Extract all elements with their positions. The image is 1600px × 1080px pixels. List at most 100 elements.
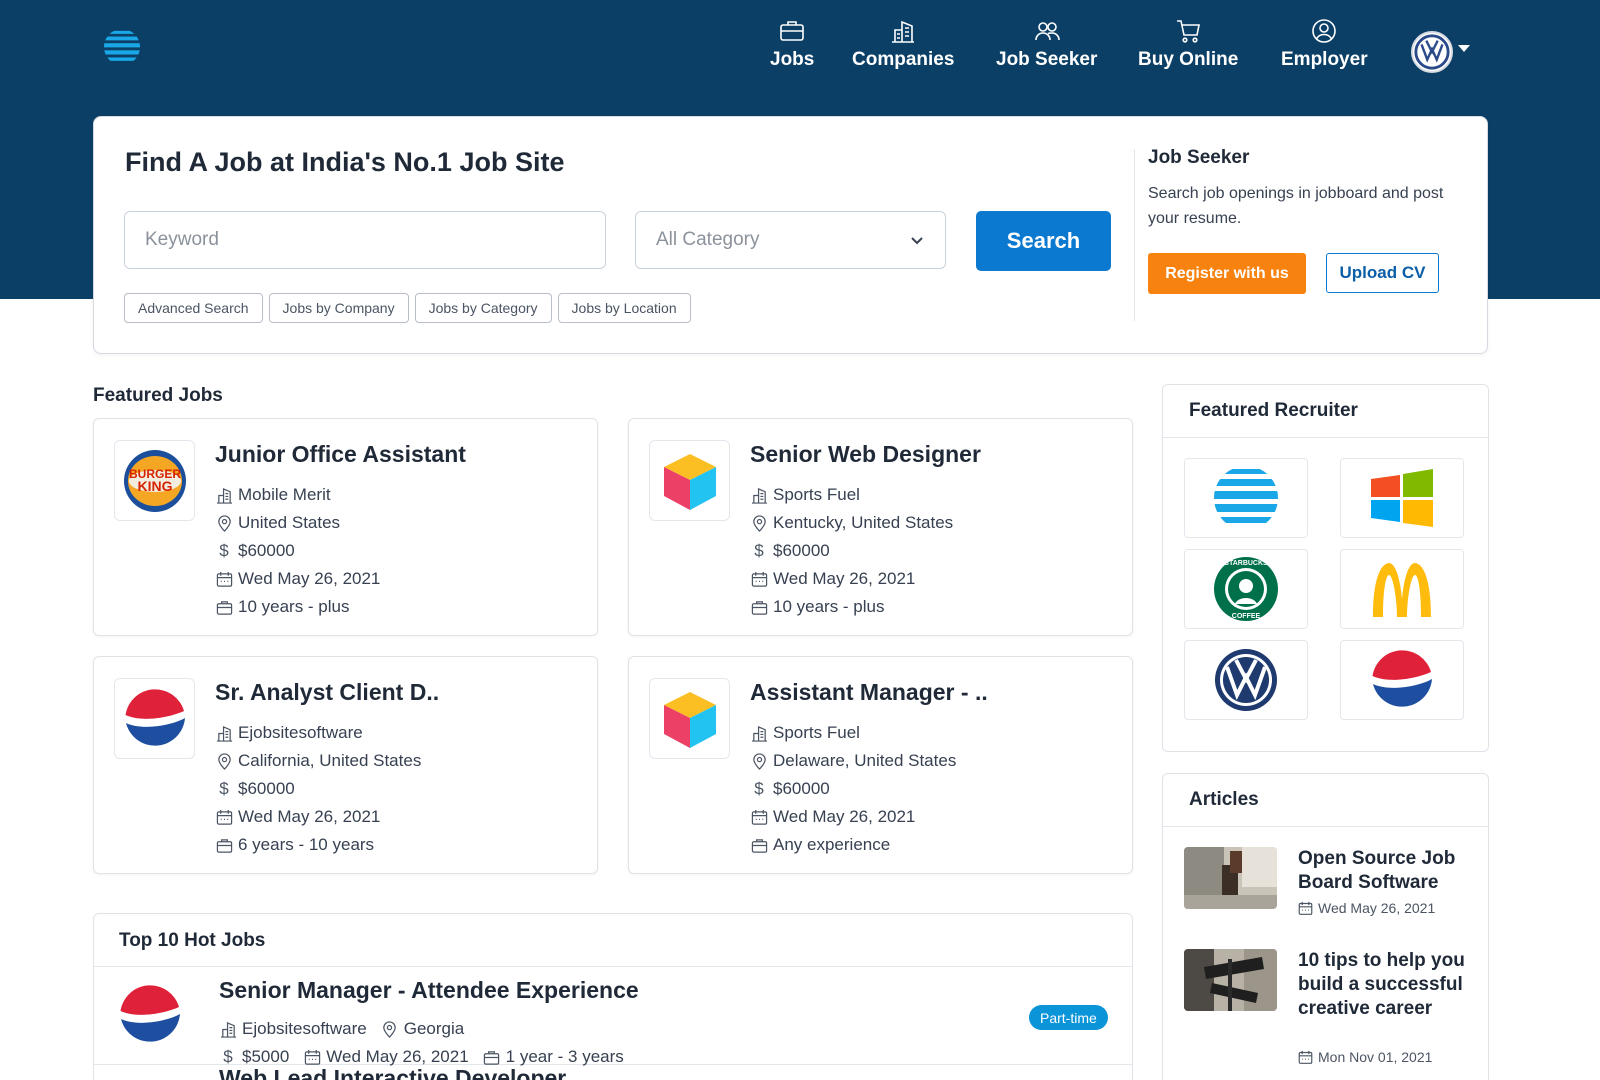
nav-employer-label: Employer [1281, 49, 1368, 70]
job-date: Wed May 26, 2021 [326, 1047, 469, 1066]
job-title[interactable]: Senior Manager - Attendee Experience [219, 977, 639, 1004]
chip-advanced-search[interactable]: Advanced Search [124, 293, 263, 323]
job-meta: Sports Fuel Delaware, United States $ $60… [750, 719, 956, 859]
svg-text:KING: KING [137, 478, 172, 494]
briefcase-icon [215, 836, 233, 854]
building-icon [750, 724, 768, 742]
svg-text:STARBUCKS: STARBUCKS [1224, 560, 1268, 567]
job-salary: $5000 [242, 1047, 290, 1066]
calendar-icon [215, 808, 233, 826]
chip-jobs-by-category[interactable]: Jobs by Category [414, 293, 552, 323]
job-card[interactable]: Senior Web Designer Sports Fuel Kentucky… [628, 418, 1133, 636]
keyword-input[interactable] [124, 211, 606, 269]
category-select-value: All Category [656, 229, 760, 250]
nav-jobs-label: Jobs [770, 49, 815, 70]
dollar-icon: $ [219, 541, 229, 560]
search-shortcuts: Advanced Search Jobs by Company Jobs by … [124, 293, 691, 323]
job-experience: 1 year - 3 years [505, 1047, 624, 1066]
job-location: Georgia [403, 1019, 465, 1038]
calendar-icon [215, 570, 233, 588]
company-name: Mobile Merit [238, 485, 331, 504]
job-seeker-title: Job Seeker [1148, 147, 1250, 168]
article-date: Wed May 26, 2021 [1298, 900, 1435, 916]
company-name: Sports Fuel [773, 723, 860, 742]
briefcase-icon [780, 21, 804, 41]
briefcase-icon [750, 836, 768, 854]
job-card[interactable]: BURGER KING Junior Office Assistant Mobi… [93, 418, 598, 636]
job-title[interactable]: Assistant Manager - .. [750, 679, 988, 706]
job-meta: Mobile Merit United States $ $60000 Wed M… [215, 481, 380, 621]
pepsi-logo [114, 678, 195, 759]
calendar-icon [303, 1048, 321, 1066]
page-title: Find A Job at India's No.1 Job Site [125, 147, 565, 177]
search-button[interactable]: Search [976, 211, 1111, 271]
calendar-icon [750, 808, 768, 826]
location-pin-icon [215, 514, 233, 532]
article-date-text: Mon Nov 01, 2021 [1318, 1049, 1433, 1065]
job-card[interactable]: Assistant Manager - .. Sports Fuel Delaw… [628, 656, 1133, 874]
job-title[interactable]: Junior Office Assistant [215, 441, 466, 468]
att-logo[interactable] [1184, 458, 1308, 538]
article-title[interactable]: Open Source Job Board Software [1298, 847, 1473, 895]
nav-buy-online[interactable]: Buy Online [1138, 18, 1238, 71]
windows-logo[interactable] [1340, 458, 1464, 538]
calendar-icon [750, 570, 768, 588]
article-item[interactable]: 10 tips to help you build a successful c… [1184, 949, 1474, 1079]
cube-logo [649, 440, 730, 521]
job-date: Wed May 26, 2021 [238, 807, 381, 826]
nav-job-seeker[interactable]: Job Seeker [996, 18, 1097, 71]
location-pin-icon [215, 752, 233, 770]
cart-icon [1177, 20, 1201, 43]
nav-employer[interactable]: Employer [1281, 18, 1368, 71]
chip-jobs-by-company[interactable]: Jobs by Company [268, 293, 409, 323]
article-title[interactable]: 10 tips to help you build a successful c… [1298, 949, 1473, 1021]
job-date: Wed May 26, 2021 [773, 569, 916, 588]
users-icon [1034, 22, 1060, 41]
upload-cv-button[interactable]: Upload CV [1326, 253, 1439, 293]
building-icon [892, 20, 915, 43]
mcdonalds-logo[interactable] [1340, 549, 1464, 629]
company-name: Ejobsitesoftware [242, 1019, 367, 1038]
category-select[interactable]: All Category [635, 211, 946, 269]
job-title[interactable]: Sr. Analyst Client D.. [215, 679, 439, 706]
starbucks-logo[interactable]: STARBUCKS COFFEE [1184, 549, 1308, 629]
article-item[interactable]: Open Source Job Board Software Wed May 2… [1184, 847, 1474, 937]
job-salary: $60000 [238, 779, 295, 798]
job-card[interactable]: Sr. Analyst Client D.. Ejobsitesoftware … [93, 656, 598, 874]
job-location: Kentucky, United States [773, 513, 954, 532]
hot-jobs-title: Top 10 Hot Jobs [94, 914, 1132, 967]
pepsi-logo[interactable] [1340, 640, 1464, 720]
chevron-down-icon [911, 237, 923, 245]
articles-title: Articles [1163, 774, 1488, 827]
job-experience: Any experience [773, 835, 891, 854]
hot-job-row[interactable]: Senior Manager - Attendee Experience Ejo… [94, 967, 1132, 1066]
hot-jobs-panel: Top 10 Hot Jobs Senior Manager - Attende… [93, 913, 1133, 1080]
pepsi-logo [116, 981, 184, 1049]
company-name: Ejobsitesoftware [238, 723, 363, 742]
job-experience: 6 years - 10 years [238, 835, 375, 854]
volkswagen-avatar[interactable] [1411, 31, 1453, 73]
chevron-down-icon[interactable] [1458, 45, 1470, 52]
user-circle-icon [1312, 19, 1337, 43]
job-location: California, United States [238, 751, 422, 770]
job-date: Wed May 26, 2021 [773, 807, 916, 826]
article-thumbnail [1184, 847, 1277, 909]
job-title[interactable]: Web Lead Interactive Developer [219, 1065, 566, 1080]
nav-buy-online-label: Buy Online [1138, 49, 1239, 70]
nav-companies[interactable]: Companies [852, 18, 954, 71]
featured-recruiter-title: Featured Recruiter [1163, 385, 1488, 438]
nav-jobs[interactable]: Jobs [770, 18, 814, 71]
register-button[interactable]: Register with us [1148, 253, 1306, 294]
volkswagen-logo[interactable] [1184, 640, 1308, 720]
top-navbar: Jobs Companies Job Seeker Buy Online Emp… [0, 0, 1600, 116]
job-title[interactable]: Senior Web Designer [750, 441, 981, 468]
nav-companies-label: Companies [852, 49, 955, 70]
chip-jobs-by-location[interactable]: Jobs by Location [557, 293, 691, 323]
att-logo[interactable] [103, 28, 141, 66]
search-panel: Find A Job at India's No.1 Job Site All … [93, 116, 1488, 354]
job-location: United States [238, 513, 341, 532]
divider [1134, 149, 1135, 321]
calendar-icon [1298, 901, 1313, 915]
company-name: Sports Fuel [773, 485, 860, 504]
job-salary: $60000 [773, 541, 830, 560]
